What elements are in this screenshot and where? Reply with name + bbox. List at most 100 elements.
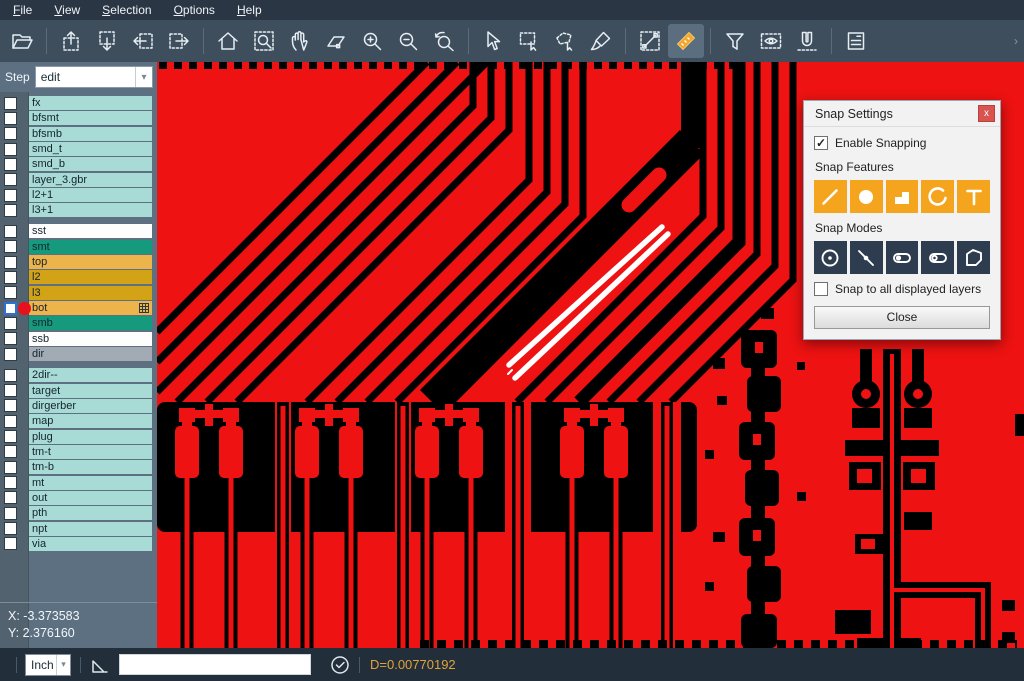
menu-selection[interactable]: Selection bbox=[91, 1, 162, 20]
layer-visibility-checkbox[interactable] bbox=[4, 204, 17, 217]
toggle-visibility-button[interactable] bbox=[753, 24, 789, 58]
snap-mode-polygon-button[interactable] bbox=[957, 241, 990, 274]
step-select[interactable]: edit ▾ bbox=[35, 66, 153, 88]
layer-visibility-checkbox[interactable] bbox=[4, 158, 17, 171]
layer-visibility-checkbox[interactable] bbox=[4, 369, 17, 382]
layer-visibility-checkbox[interactable] bbox=[4, 491, 17, 504]
layer-row[interactable]: out bbox=[0, 491, 157, 505]
layer-row[interactable]: smd_b bbox=[0, 157, 157, 171]
dialog-close-button[interactable]: Close bbox=[814, 306, 990, 329]
report-button[interactable] bbox=[838, 24, 874, 58]
layer-visibility-checkbox[interactable] bbox=[4, 445, 17, 458]
menu-view[interactable]: View bbox=[43, 1, 91, 20]
enable-snapping-checkbox[interactable]: ✓ bbox=[814, 136, 828, 150]
close-icon[interactable]: x bbox=[978, 105, 995, 122]
layer-row[interactable]: smd_t bbox=[0, 142, 157, 156]
chevron-down-icon[interactable]: ▾ bbox=[56, 655, 70, 675]
layer-row[interactable]: l2 bbox=[0, 270, 157, 284]
zoom-out-button[interactable] bbox=[390, 24, 426, 58]
layer-visibility-checkbox[interactable] bbox=[4, 348, 17, 361]
filter-button[interactable] bbox=[717, 24, 753, 58]
snap-feature-text-button[interactable] bbox=[957, 180, 990, 213]
layer-visibility-checkbox[interactable] bbox=[4, 507, 17, 520]
brush-select-button[interactable] bbox=[583, 24, 619, 58]
layer-row[interactable]: mt bbox=[0, 476, 157, 490]
shift-right-button[interactable] bbox=[161, 24, 197, 58]
layer-visibility-checkbox[interactable] bbox=[4, 112, 17, 125]
layer-row[interactable]: fx bbox=[0, 96, 157, 110]
layer-row[interactable]: smb bbox=[0, 316, 157, 330]
layer-row[interactable]: pth bbox=[0, 506, 157, 520]
layer-row-active-bot[interactable]: bot bbox=[0, 301, 157, 315]
layer-row[interactable]: bfsmb bbox=[0, 127, 157, 141]
snap-feature-pad-button[interactable] bbox=[850, 180, 883, 213]
snap-all-layers-row[interactable]: Snap to all displayed layers bbox=[814, 282, 990, 296]
measure-ruler-button[interactable] bbox=[668, 24, 704, 58]
layer-visibility-checkbox[interactable] bbox=[4, 225, 17, 238]
command-input[interactable] bbox=[119, 654, 311, 675]
toolbar-overflow-icon[interactable]: › bbox=[1014, 34, 1018, 48]
select-polygon-button[interactable] bbox=[547, 24, 583, 58]
dialog-titlebar[interactable]: Snap Settings x bbox=[804, 101, 1000, 127]
snap-all-layers-checkbox[interactable] bbox=[814, 282, 828, 296]
layer-row[interactable]: top bbox=[0, 255, 157, 269]
layer-row[interactable]: tm-t bbox=[0, 445, 157, 459]
shift-up-button[interactable] bbox=[53, 24, 89, 58]
snap-mode-slot-filled-button[interactable] bbox=[886, 241, 919, 274]
layer-visibility-checkbox[interactable] bbox=[4, 302, 17, 315]
layer-row[interactable]: smt bbox=[0, 240, 157, 254]
layer-visibility-checkbox[interactable] bbox=[4, 522, 17, 535]
snap-feature-surface-button[interactable] bbox=[886, 180, 919, 213]
layer-visibility-checkbox[interactable] bbox=[4, 271, 17, 284]
layer-visibility-checkbox[interactable] bbox=[4, 143, 17, 156]
snap-feature-arc-button[interactable] bbox=[921, 180, 954, 213]
snap-feature-line-button[interactable] bbox=[814, 180, 847, 213]
open-file-button[interactable] bbox=[4, 24, 40, 58]
layer-visibility-checkbox[interactable] bbox=[4, 97, 17, 110]
layer-row[interactable]: sst bbox=[0, 224, 157, 238]
layer-row[interactable]: bfsmt bbox=[0, 111, 157, 125]
zoom-window-button[interactable] bbox=[246, 24, 282, 58]
apply-button[interactable] bbox=[329, 654, 351, 676]
select-pointer-button[interactable] bbox=[475, 24, 511, 58]
layer-visibility-checkbox[interactable] bbox=[4, 332, 17, 345]
layer-row[interactable]: layer_3.gbr bbox=[0, 173, 157, 187]
layer-row[interactable]: target bbox=[0, 384, 157, 398]
snap-mode-midpoint-button[interactable] bbox=[850, 241, 883, 274]
layer-visibility-checkbox[interactable] bbox=[4, 399, 17, 412]
layer-visibility-checkbox[interactable] bbox=[4, 189, 17, 202]
layer-row[interactable]: tm-b bbox=[0, 460, 157, 474]
zoom-previous-button[interactable] bbox=[426, 24, 462, 58]
layer-row[interactable]: via bbox=[0, 537, 157, 551]
menu-help[interactable]: Help bbox=[226, 1, 273, 20]
measure-line-button[interactable] bbox=[632, 24, 668, 58]
layer-visibility-checkbox[interactable] bbox=[4, 461, 17, 474]
layer-row[interactable]: plug bbox=[0, 430, 157, 444]
snap-magnet-button[interactable] bbox=[789, 24, 825, 58]
layer-visibility-checkbox[interactable] bbox=[4, 256, 17, 269]
layer-visibility-checkbox[interactable] bbox=[4, 476, 17, 489]
layer-row[interactable]: map bbox=[0, 414, 157, 428]
layer-visibility-checkbox[interactable] bbox=[4, 240, 17, 253]
layer-row[interactable]: l2+1 bbox=[0, 188, 157, 202]
snap-mode-center-button[interactable] bbox=[814, 241, 847, 274]
menu-file[interactable]: File bbox=[2, 1, 43, 20]
chevron-down-icon[interactable]: ▾ bbox=[135, 67, 152, 87]
layer-row[interactable]: ssb bbox=[0, 332, 157, 346]
zoom-selection-button[interactable] bbox=[318, 24, 354, 58]
angle-mode-button[interactable] bbox=[89, 654, 111, 676]
layer-row[interactable]: l3+1 bbox=[0, 203, 157, 217]
menu-options[interactable]: Options bbox=[163, 1, 226, 20]
select-rectangle-button[interactable] bbox=[511, 24, 547, 58]
layer-visibility-checkbox[interactable] bbox=[4, 317, 17, 330]
home-view-button[interactable] bbox=[210, 24, 246, 58]
shift-left-button[interactable] bbox=[125, 24, 161, 58]
layer-visibility-checkbox[interactable] bbox=[4, 286, 17, 299]
layer-row[interactable]: 2dir-- bbox=[0, 368, 157, 382]
layer-visibility-checkbox[interactable] bbox=[4, 127, 17, 140]
enable-snapping-row[interactable]: ✓ Enable Snapping bbox=[814, 136, 990, 150]
unit-select[interactable]: Inch ▾ bbox=[25, 654, 71, 676]
layer-visibility-checkbox[interactable] bbox=[4, 430, 17, 443]
layer-row[interactable]: dirgerber bbox=[0, 399, 157, 413]
pan-button[interactable] bbox=[282, 24, 318, 58]
